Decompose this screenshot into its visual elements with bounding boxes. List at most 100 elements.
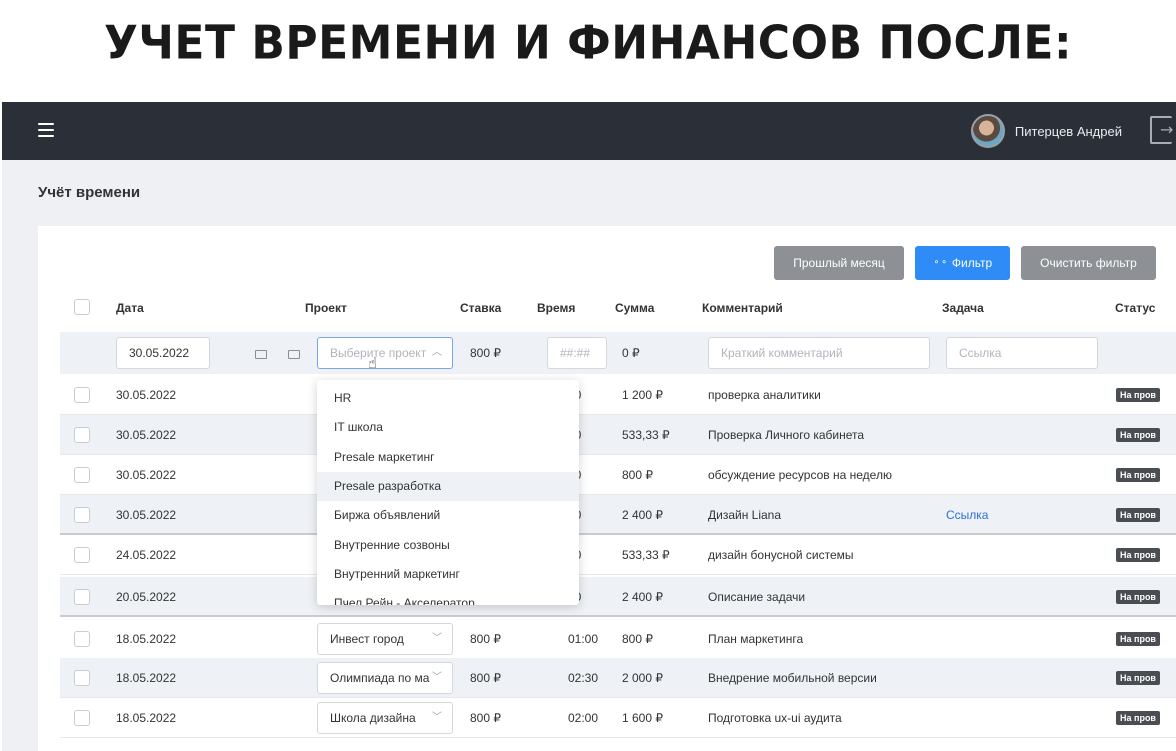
row-project: Школа дизайна: [330, 711, 416, 725]
row-date: 18.05.2022: [116, 671, 177, 685]
table-row[interactable]: 20.05.2022002 400 ₽Описание задачиНа про…: [60, 577, 1176, 617]
row-sum: 533,33 ₽: [622, 428, 670, 442]
dropdown-option[interactable]: Пчел Рейн - Акселератор: [317, 589, 579, 605]
row-sum: 800 ₽: [622, 468, 653, 482]
chevron-down-icon: ﹀: [432, 712, 442, 723]
column-header-task[interactable]: Задача: [942, 301, 984, 315]
dropdown-option[interactable]: Presale разработка: [317, 471, 579, 501]
row-checkbox[interactable]: [74, 387, 90, 403]
table-row[interactable]: 30.05.202240533,33 ₽Проверка Личного каб…: [60, 415, 1176, 455]
row-time: 02:00: [568, 711, 599, 725]
row-task-link[interactable]: Ссылка: [946, 495, 988, 535]
clear-filter-button[interactable]: Очистить фильтр: [1021, 246, 1156, 280]
row-project: Инвест город: [330, 632, 404, 646]
table-row[interactable]: 24.05.202240533,33 ₽дизайн бонусной сист…: [60, 535, 1176, 575]
new-entry-row: 30.05.2022 Выберите проект ︿ 800 ₽ ##:##…: [60, 332, 1176, 374]
filter-button-label: Фильтр: [951, 256, 993, 270]
table-row[interactable]: 18.05.2022 02:30 2 000 ₽ Внедрение мобильно…: [60, 658, 1176, 698]
row-checkbox[interactable]: [74, 547, 90, 563]
prev-month-button[interactable]: Прошлый месяц: [774, 246, 904, 280]
row-date: 30.05.2022: [116, 428, 177, 442]
filter-icon: ⚬⚬: [932, 258, 948, 268]
comment-input[interactable]: Краткий комментарий: [708, 337, 930, 369]
table-row[interactable]: 30.05.2022002 400 ₽Дизайн LianaСсылкаНа …: [60, 495, 1176, 535]
row-comment: проверка аналитики: [708, 388, 821, 402]
status-badge: На пров: [1116, 508, 1160, 522]
row-checkbox[interactable]: [74, 670, 90, 686]
dropdown-option[interactable]: Presale маркетинг: [317, 443, 579, 472]
column-header-rate[interactable]: Ставка: [460, 301, 501, 315]
dropdown-option[interactable]: Внутренние созвоны: [317, 531, 579, 560]
row-sum: 1 200 ₽: [622, 388, 663, 402]
avatar[interactable]: [970, 114, 1005, 148]
row-checkbox[interactable]: [74, 427, 90, 443]
add-icon[interactable]: [288, 350, 300, 359]
filter-button[interactable]: ⚬⚬ Фильтр: [915, 246, 1010, 280]
sum-value: 0 ₽: [622, 346, 640, 360]
row-sum: 2 000 ₽: [622, 671, 663, 685]
column-header-sum[interactable]: Сумма: [615, 301, 654, 315]
status-badge: На пров: [1116, 590, 1160, 604]
dropdown-option[interactable]: IT школа: [317, 413, 579, 442]
row-comment: Дизайн Liana: [708, 508, 782, 522]
row-rate: 800 ₽: [470, 711, 501, 725]
row-sum: 2 400 ₽: [622, 508, 663, 522]
chevron-down-icon: ﹀: [432, 672, 442, 683]
column-header-time[interactable]: Время: [537, 301, 575, 315]
chevron-up-icon: ︿: [432, 347, 442, 358]
status-badge: На пров: [1116, 711, 1160, 725]
row-checkbox[interactable]: [74, 631, 90, 647]
row-checkbox[interactable]: [74, 589, 90, 605]
select-all-checkbox[interactable]: [74, 299, 90, 315]
row-project-select[interactable]: Олимпиада по ма ﹀: [317, 662, 453, 694]
project-dropdown: HR IT школа Presale маркетинг Presale разра…: [317, 380, 579, 605]
row-sum: 533,33 ₽: [622, 548, 670, 562]
time-input[interactable]: ##:##: [547, 337, 607, 369]
copy-icon[interactable]: [255, 350, 267, 359]
row-checkbox[interactable]: [74, 507, 90, 523]
row-date: 30.05.2022: [116, 468, 177, 482]
logout-icon[interactable]: [1150, 116, 1173, 144]
row-comment: Внедрение мобильной версии: [708, 671, 877, 685]
row-project: Олимпиада по ма: [330, 671, 430, 685]
row-rate: 800 ₽: [470, 632, 501, 646]
row-date: 30.05.2022: [116, 508, 177, 522]
project-select[interactable]: Выберите проект ︿: [317, 337, 453, 369]
task-link-input[interactable]: Ссылка: [946, 337, 1098, 369]
table-row[interactable]: 30.05.202200800 ₽обсуждение ресурсов на …: [60, 455, 1176, 495]
dropdown-option[interactable]: Внутренний маркетинг: [317, 560, 579, 589]
row-project-select[interactable]: Инвест город ﹀: [317, 623, 453, 655]
table-row[interactable]: 18.05.2022 02:00 1 600 ₽ Подготовка ux-ui а…: [60, 698, 1176, 738]
dropdown-option[interactable]: HR: [317, 384, 579, 413]
row-date: 18.05.2022: [116, 632, 177, 646]
status-badge: На пров: [1116, 548, 1160, 562]
row-rate: 800 ₽: [470, 671, 501, 685]
top-bar: Питерцев Андрей: [2, 102, 1176, 160]
table-row[interactable]: 30.05.2022301 200 ₽проверка аналитикиНа …: [60, 375, 1176, 415]
banner: УЧЕТ ВРЕМЕНИ И ФИНАНСОВ ПОСЛЕ:: [0, 0, 1176, 100]
row-checkbox[interactable]: [74, 467, 90, 483]
column-header-status[interactable]: Статус: [1115, 301, 1155, 315]
column-header-date[interactable]: Дата: [116, 301, 144, 315]
column-header-project[interactable]: Проект: [305, 301, 347, 315]
user-profile[interactable]: Питерцев Андрей: [970, 112, 1122, 150]
dropdown-option[interactable]: Биржа объявлений: [317, 501, 579, 530]
row-date: 18.05.2022: [116, 711, 177, 725]
row-project-select[interactable]: Школа дизайна ﹀: [317, 702, 453, 734]
time-tracking-card: Прошлый месяц ⚬⚬ Фильтр Очистить фильтр …: [38, 226, 1176, 751]
column-header-comment[interactable]: Комментарий: [702, 301, 783, 315]
table-row[interactable]: 18.05.2022 01:00 800 ₽ План маркетинга Инвес…: [60, 619, 1176, 659]
row-comment: Описание задачи: [708, 590, 806, 604]
project-select-placeholder: Выберите проект: [330, 346, 427, 360]
row-date: 20.05.2022: [116, 590, 177, 604]
menu-icon[interactable]: [38, 123, 54, 137]
status-badge: На пров: [1116, 671, 1160, 685]
row-comment: дизайн бонусной системы: [708, 548, 854, 562]
page-title: Учёт времени: [38, 184, 141, 201]
row-checkbox[interactable]: [74, 710, 90, 726]
row-time: 01:00: [568, 632, 599, 646]
chevron-down-icon: ﹀: [432, 633, 442, 644]
row-comment: Проверка Личного кабинета: [708, 428, 865, 442]
date-input[interactable]: 30.05.2022: [116, 337, 210, 369]
row-sum: 2 400 ₽: [622, 590, 663, 604]
